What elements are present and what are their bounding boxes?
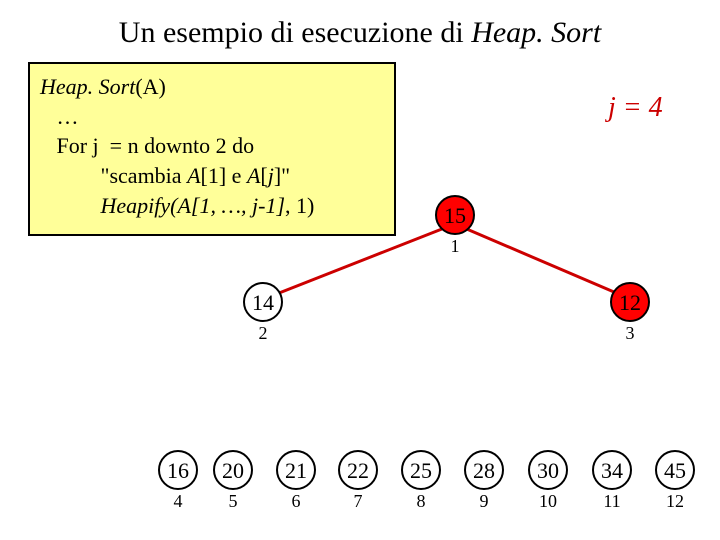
node-9-index: 9 (469, 491, 499, 512)
node-11-value: 34 (595, 458, 629, 484)
node-10-value: 30 (531, 458, 565, 484)
node-9-value: 28 (467, 458, 501, 484)
node-7-value: 22 (341, 458, 375, 484)
node-5-value: 20 (216, 458, 250, 484)
node-2-value: 14 (246, 290, 280, 316)
node-5-index: 5 (218, 491, 248, 512)
node-1-value: 15 (438, 203, 472, 229)
node-12-value: 45 (658, 458, 692, 484)
node-6-index: 6 (281, 491, 311, 512)
node-10-index: 10 (533, 491, 563, 512)
node-1-index: 1 (440, 236, 470, 257)
node-3-index: 3 (615, 323, 645, 344)
node-12-index: 12 (660, 491, 690, 512)
node-6-value: 21 (279, 458, 313, 484)
edge-1-3 (462, 227, 621, 295)
node-3-value: 12 (613, 290, 647, 316)
node-8-value: 25 (404, 458, 438, 484)
node-4-index: 4 (163, 491, 193, 512)
node-8-index: 8 (406, 491, 436, 512)
node-2-index: 2 (248, 323, 278, 344)
edge-1-2 (274, 227, 447, 295)
node-4-value: 16 (161, 458, 195, 484)
node-11-index: 11 (597, 491, 627, 512)
node-7-index: 7 (343, 491, 373, 512)
